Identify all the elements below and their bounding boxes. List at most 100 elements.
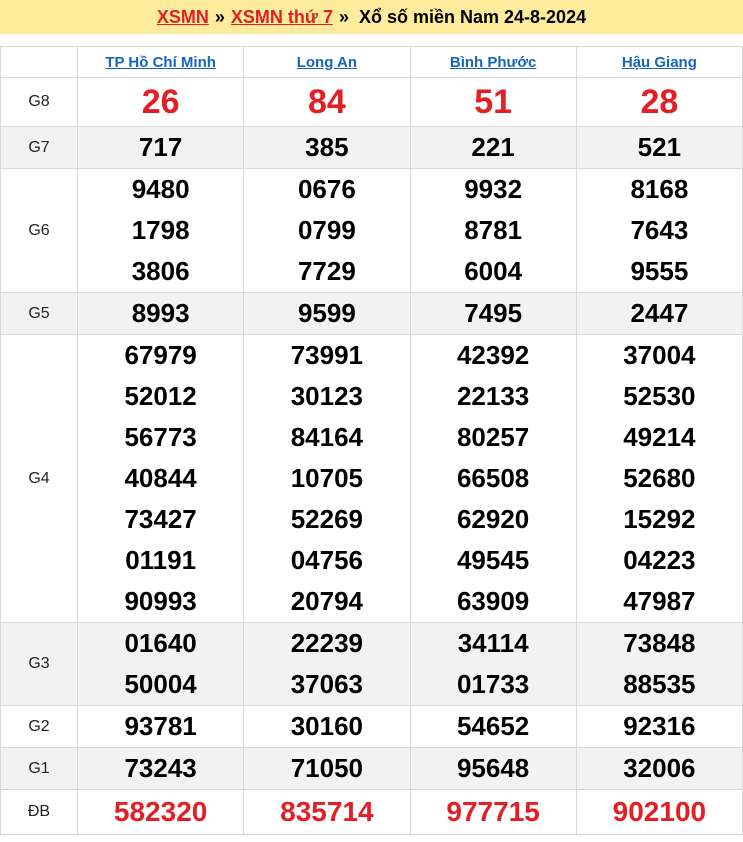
winning-number: 73848: [623, 628, 696, 658]
winning-number: 88535: [623, 669, 696, 699]
winning-number: 8781: [464, 215, 523, 245]
result-cell: 28: [575, 77, 743, 127]
result-cell: 8168 7643 9555: [575, 168, 743, 293]
winning-number: 93781: [124, 711, 197, 741]
corner-cell: [0, 46, 78, 78]
result-cell: 977715: [409, 789, 577, 835]
winning-number: 9932: [464, 174, 523, 204]
result-cell: 0676 0799 7729: [243, 168, 411, 293]
winning-number: 7729: [297, 256, 356, 286]
result-cell: 01640 50004: [76, 622, 245, 706]
result-cell: 7495: [409, 292, 577, 335]
winning-number: 95648: [456, 753, 530, 783]
xsmn-thu7-link[interactable]: XSMN thứ 7: [231, 7, 333, 28]
prize-row: G5 8993 9599 7495 2447: [0, 292, 743, 335]
result-cell: 717: [76, 126, 245, 169]
winning-number: 26: [141, 83, 180, 121]
result-cell: 26: [76, 77, 245, 127]
winning-number: 84: [307, 83, 346, 121]
winning-number: 37063: [290, 669, 364, 699]
prize-label: ĐB: [0, 789, 78, 835]
winning-number: 01640: [124, 628, 197, 658]
province-link-long-an[interactable]: Long An: [297, 54, 357, 71]
winning-number: 3806: [131, 256, 190, 286]
winning-number: 54652: [456, 711, 530, 741]
winning-number: 42392: [456, 340, 530, 370]
province-link-hau-giang[interactable]: Hậu Giang: [622, 54, 697, 71]
winning-number: 01191: [125, 545, 197, 575]
result-cell: 67979 52012 56773 40844 73427 01191 90993: [76, 334, 245, 623]
result-cell: 2447: [575, 292, 743, 335]
prize-row: G3 01640 50004 22239 37063 34114 01733 73848 885…: [0, 622, 743, 706]
result-cell: 9932 8781 6004: [409, 168, 577, 293]
prize-label: G1: [0, 747, 78, 790]
winning-number: 80257: [456, 422, 530, 452]
result-cell: 95648: [409, 747, 577, 790]
winning-number: 8993: [131, 298, 190, 328]
winning-number: 10705: [290, 463, 364, 493]
winning-number: 67979: [124, 340, 197, 370]
result-cell: 582320: [76, 789, 245, 835]
breadcrumb: XSMN » XSMN thứ 7 » Xổ số miền Nam 24-8-…: [0, 0, 743, 34]
result-cell: 385: [243, 126, 411, 169]
result-cell: 32006: [575, 747, 743, 790]
prize-label: G4: [0, 334, 78, 623]
winning-number: 52680: [623, 463, 696, 493]
winning-number: 1798: [131, 215, 190, 245]
winning-number: 28: [640, 83, 679, 121]
winning-number: 71050: [290, 753, 364, 783]
winning-number: 37004: [623, 340, 696, 370]
winning-number: 22133: [456, 381, 530, 411]
result-cell: 42392 22133 80257 66508 62920 49545 63909: [409, 334, 577, 623]
winning-number: 92316: [623, 711, 696, 741]
winning-number: 52269: [290, 504, 364, 534]
winning-number: 385: [305, 132, 349, 162]
winning-number: 902100: [612, 796, 707, 827]
winning-number: 73243: [124, 753, 197, 783]
winning-number: 20794: [290, 586, 364, 616]
prize-label: G2: [0, 705, 78, 748]
result-cell: 51: [409, 77, 577, 127]
result-cell: 9480 1798 3806: [76, 168, 245, 293]
results-table: TP Hồ Chí Minh Long An Bình Phước Hậu Gi…: [0, 46, 743, 835]
winning-number: 52530: [623, 381, 696, 411]
page-title: Xổ số miền Nam 24-8-2024: [358, 6, 587, 27]
winning-number: 47987: [623, 586, 696, 616]
winning-number: 49545: [456, 545, 530, 575]
result-cell: 521: [575, 126, 743, 169]
breadcrumb-separator: »: [214, 6, 225, 27]
prize-label: G8: [0, 77, 78, 127]
province-link-hcm[interactable]: TP Hồ Chí Minh: [105, 54, 216, 71]
result-cell: 221: [409, 126, 577, 169]
winning-number: 40844: [124, 463, 197, 493]
province-header-row: TP Hồ Chí Minh Long An Bình Phước Hậu Gi…: [0, 46, 743, 78]
winning-number: 717: [138, 132, 183, 162]
result-cell: 902100: [575, 789, 743, 835]
winning-number: 52012: [124, 381, 197, 411]
prize-label: G6: [0, 168, 78, 293]
winning-number: 7643: [630, 215, 689, 245]
province-link-binh-phuoc[interactable]: Bình Phước: [450, 54, 537, 71]
winning-number: 15292: [623, 504, 696, 534]
winning-number: 62920: [456, 504, 530, 534]
winning-number: 90993: [124, 586, 197, 616]
winning-number: 30160: [290, 711, 364, 741]
winning-number: 9480: [131, 174, 190, 204]
winning-number: 6004: [464, 256, 523, 286]
prize-label: G5: [0, 292, 78, 335]
xsmn-link[interactable]: XSMN: [157, 7, 209, 28]
result-cell: 34114 01733: [409, 622, 577, 706]
winning-number: 32006: [623, 753, 696, 783]
result-cell: 73848 88535: [575, 622, 743, 706]
result-cell: 73991 30123 84164 10705 52269 04756 20794: [243, 334, 411, 623]
prize-row: G2 93781 30160 54652 92316: [0, 705, 743, 748]
result-cell: 22239 37063: [243, 622, 411, 706]
prize-row: G6 9480 1798 3806 0676 0799 7729 9932 8781 6004 81…: [0, 168, 743, 293]
winning-number: 50004: [124, 669, 197, 699]
winning-number: 04756: [290, 545, 364, 575]
winning-number: 73427: [124, 504, 197, 534]
winning-number: 0676: [297, 174, 356, 204]
result-cell: 93781: [76, 705, 245, 748]
result-cell: 835714: [243, 789, 411, 835]
result-cell: 92316: [575, 705, 743, 748]
